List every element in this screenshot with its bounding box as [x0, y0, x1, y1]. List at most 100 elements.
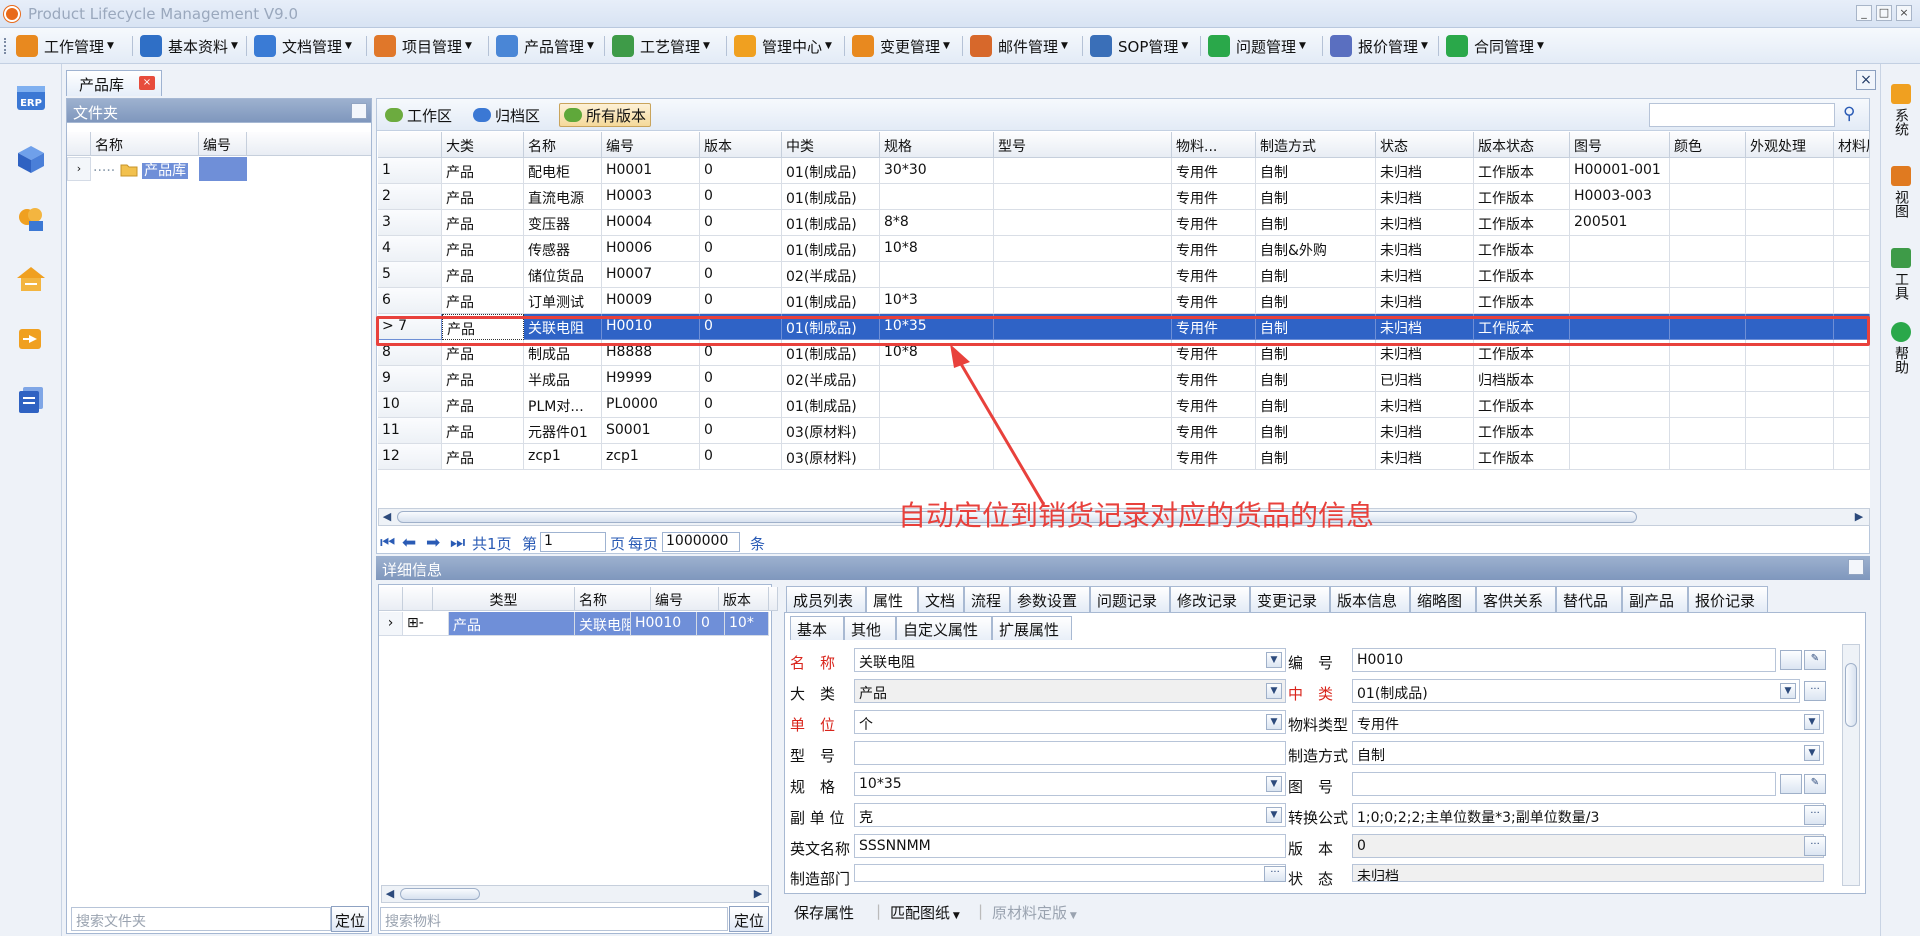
table-row[interactable]: 2 产品 直流电源 H0003 0 01(制成品) 专用件 自制 未归档 工作版本 H0003-00…	[378, 184, 1870, 210]
grid-search-input[interactable]	[1649, 103, 1835, 127]
grid-col-header[interactable]: 型号	[994, 132, 1172, 158]
menu-item-6[interactable]: 管理中心 ▼	[734, 32, 832, 60]
first-page-icon[interactable]: ⏮	[380, 533, 395, 553]
tab-13[interactable]: 报价记录	[1688, 586, 1768, 612]
subtab-2[interactable]: 自定义属性	[896, 616, 992, 640]
subgrid-expand-icon[interactable]: ⊞-	[403, 612, 449, 636]
tab-product-library[interactable]: 产品库 ×	[66, 70, 162, 96]
pager-per-page-input[interactable]: 1000000	[662, 532, 740, 552]
subgrid-col-header[interactable]: 名称	[575, 587, 651, 611]
grid-col-header[interactable]: 编号	[602, 132, 700, 158]
tab-8[interactable]: 版本信息	[1330, 586, 1410, 612]
subgrid-col-header[interactable]: 类型	[433, 587, 575, 611]
tab-1[interactable]: 属性	[866, 586, 918, 612]
grid-col-header[interactable]: 中类	[782, 132, 880, 158]
menu-item-2[interactable]: 文档管理 ▼	[254, 32, 352, 60]
grid-col-header[interactable]: 版本	[700, 132, 782, 158]
subtab-1[interactable]: 其他	[844, 616, 896, 640]
grid-col-header[interactable]: 图号	[1570, 132, 1670, 158]
grid-col-header[interactable]: 外观处理	[1746, 132, 1834, 158]
major-dropdown-icon[interactable]: ▼	[1266, 683, 1282, 699]
material-locate-button[interactable]: 定位	[729, 906, 769, 932]
tab-5[interactable]: 问题记录	[1090, 586, 1170, 612]
menu-item-7[interactable]: 变更管理 ▼	[852, 32, 950, 60]
grid-col-header[interactable]: 规格	[880, 132, 994, 158]
search-icon[interactable]: ⚲	[1843, 104, 1865, 126]
major-field[interactable]: 产品	[854, 679, 1286, 703]
mid-browse-button[interactable]: ···	[1804, 681, 1826, 701]
tree-col-name[interactable]: 名称	[91, 132, 199, 156]
rightstrip-help[interactable]: 帮助	[1889, 322, 1913, 374]
folder-locate-button[interactable]: 定位	[331, 906, 369, 932]
code-reset-button[interactable]	[1780, 650, 1802, 670]
name-field[interactable]: 关联电阻	[854, 648, 1286, 672]
scroll-left-icon[interactable]: ◀	[379, 509, 395, 525]
spec-field[interactable]: 10*35	[854, 772, 1286, 796]
table-row[interactable]: 6 产品 订单测试 H0009 0 01(制成品) 10*3 专用件 自制 未归档 工作版本	[378, 288, 1870, 314]
pin-icon[interactable]	[351, 103, 367, 119]
subgrid-col-header[interactable]	[403, 587, 433, 611]
last-page-icon[interactable]: ⏭	[450, 533, 465, 553]
save-attributes-button[interactable]: 保存属性	[794, 902, 854, 923]
table-row[interactable]: 11 产品 元器件01 S0001 0 03(原材料) 专用件 自制 未归档 工作版本	[378, 418, 1870, 444]
table-row[interactable]: 1 产品 配电柜 H0001 0 01(制成品) 30*30 专用件 自制 未归档 工作版本 H000…	[378, 158, 1870, 184]
form-vscroll-thumb[interactable]	[1845, 663, 1857, 727]
detail-pin-icon[interactable]	[1848, 559, 1864, 575]
tree-col-code[interactable]: 编号	[199, 132, 247, 156]
subgrid-row-indicator-icon[interactable]: ›	[379, 612, 403, 636]
tab-7[interactable]: 变更记录	[1250, 586, 1330, 612]
close-tab-icon[interactable]: ×	[139, 76, 155, 90]
archive-button[interactable]: 归档区	[469, 103, 544, 127]
menu-item-9[interactable]: SOP管理 ▼	[1090, 32, 1188, 60]
mfg-dropdown-icon[interactable]: ▼	[1804, 745, 1820, 761]
rightstrip-view[interactable]: 视图	[1889, 166, 1913, 218]
dept-field[interactable]	[854, 864, 1286, 882]
drawing-field[interactable]	[1352, 772, 1776, 796]
table-row[interactable]: 8 产品 制成品 H8888 0 01(制成品) 10*8 专用件 自制 未归档 工作版本	[378, 340, 1870, 366]
cube-icon[interactable]	[14, 142, 48, 176]
table-row[interactable]: 12 产品 zcp1 zcp1 0 03(原材料) 专用件 自制 未归档 工作版本	[378, 444, 1870, 470]
subgrid-scroll-right-icon[interactable]: ▶	[750, 886, 766, 902]
name-dropdown-icon[interactable]: ▼	[1266, 652, 1282, 668]
tree-root-row[interactable]: › ····· 产品库	[67, 157, 247, 181]
documents-icon[interactable]	[14, 382, 48, 416]
tab-11[interactable]: 替代品	[1556, 586, 1622, 612]
grid-col-header[interactable]: 名称	[524, 132, 602, 158]
table-row[interactable]: 10 产品 PLM对... PL0000 0 01(制成品) 专用件 自制 未归档 工作版本	[378, 392, 1870, 418]
status-field[interactable]: 未归档	[1352, 864, 1824, 882]
table-row[interactable]: 5 产品 储位货品 H0007 0 02(半成品) 专用件 自制 未归档 工作版本	[378, 262, 1870, 288]
all-versions-button[interactable]: 所有版本	[559, 103, 652, 127]
folder-search-input[interactable]: 搜索文件夹	[71, 907, 331, 931]
tree-expand-icon[interactable]: ›	[67, 157, 91, 181]
match-drawing-button[interactable]: 匹配图纸 ▼	[890, 902, 960, 923]
code-edit-icon[interactable]: ✎	[1804, 650, 1826, 670]
subgrid-col-header[interactable]: 版本	[719, 587, 769, 611]
close-all-icon[interactable]: ×	[1856, 70, 1876, 90]
minimize-button[interactable]: _	[1856, 5, 1872, 21]
next-page-icon[interactable]: ➡	[426, 533, 440, 553]
version-browse-button[interactable]: ···	[1804, 836, 1826, 856]
menu-item-4[interactable]: 产品管理 ▼	[496, 32, 594, 60]
maximize-button[interactable]: □	[1876, 5, 1892, 21]
rightstrip-tools[interactable]: 工具	[1889, 248, 1913, 300]
table-row[interactable]: 3 产品 变压器 H0004 0 01(制成品) 8*8 专用件 自制 未归档 工作版本 200501	[378, 210, 1870, 236]
subunit-field[interactable]: 克	[854, 803, 1286, 827]
subgrid-scroll-thumb[interactable]	[400, 888, 480, 900]
tab-2[interactable]: 文档	[918, 586, 964, 612]
drawing-edit-icon[interactable]: ✎	[1804, 774, 1826, 794]
workspace-button[interactable]: 工作区	[381, 103, 456, 127]
menu-item-12[interactable]: 合同管理 ▼	[1446, 32, 1544, 60]
form-vscrollbar[interactable]	[1842, 644, 1860, 886]
en-name-field[interactable]: SSSNNMM	[854, 834, 1286, 858]
subgrid-col-header[interactable]	[379, 587, 403, 611]
table-row[interactable]: 9 产品 半成品 H9999 0 02(半成品) 专用件 自制 已归档 归档版本	[378, 366, 1870, 392]
table-row[interactable]: 4 产品 传感器 H0006 0 01(制成品) 10*8 专用件 自制&外购 未归档 工作版本	[378, 236, 1870, 262]
formula-field[interactable]: 1;0;0;2;2;主单位数量*3;副单位数量/3	[1352, 803, 1824, 827]
subgrid-scroll-left-icon[interactable]: ◀	[382, 886, 398, 902]
rightstrip-system[interactable]: 系统	[1889, 84, 1913, 136]
spec-dropdown-icon[interactable]: ▼	[1266, 776, 1282, 792]
subgrid-hscrollbar[interactable]: ◀ ▶	[381, 885, 769, 903]
menu-item-5[interactable]: 工艺管理 ▼	[612, 32, 710, 60]
subgrid-col-header[interactable]	[769, 587, 778, 611]
model-field[interactable]	[854, 741, 1286, 765]
